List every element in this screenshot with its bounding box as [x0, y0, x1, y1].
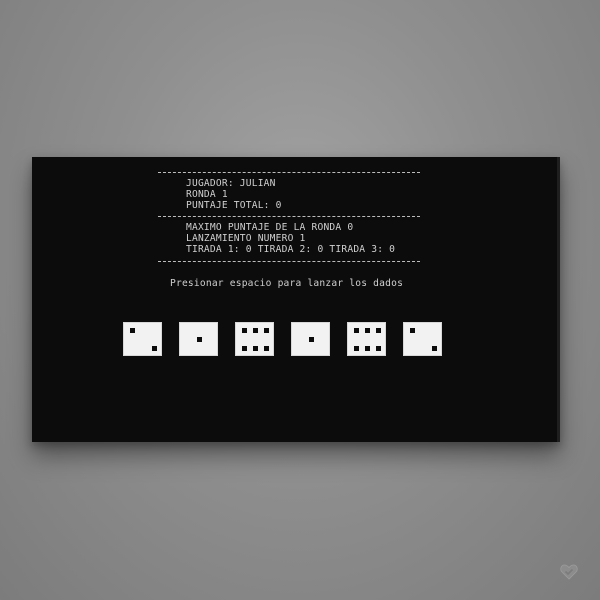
die-pip	[354, 328, 359, 333]
die-pip	[432, 346, 437, 351]
die-pip	[197, 337, 202, 342]
throws-label: TIRADA 1: 0 TIRADA 2: 0 TIRADA 3: 0	[186, 244, 396, 255]
throw-number-label: LANZAMIENTO NUMERO 1	[186, 233, 306, 244]
separator-middle	[158, 216, 420, 217]
die-pip	[354, 346, 359, 351]
round-label: RONDA 1	[186, 189, 228, 200]
separator-top	[158, 172, 420, 173]
die-2	[179, 322, 218, 356]
console-scrollbar[interactable]	[557, 157, 560, 442]
console-window[interactable]: JUGADOR: JULIAN RONDA 1 PUNTAJE TOTAL: 0…	[32, 157, 560, 442]
die-pip	[376, 328, 381, 333]
die-4	[291, 322, 330, 356]
total-score-label: PUNTAJE TOTAL: 0	[186, 200, 282, 211]
die-pip	[130, 328, 135, 333]
die-6	[403, 322, 442, 356]
heart-icon[interactable]	[560, 564, 578, 580]
die-pip	[152, 346, 157, 351]
die-pip	[410, 328, 415, 333]
player-label: JUGADOR: JULIAN	[186, 178, 276, 189]
die-pip	[253, 346, 258, 351]
die-pip	[309, 337, 314, 342]
die-1	[123, 322, 162, 356]
die-pip	[264, 346, 269, 351]
separator-bottom	[158, 261, 420, 262]
die-pip	[264, 328, 269, 333]
die-pip	[242, 346, 247, 351]
die-pip	[242, 328, 247, 333]
die-pip	[376, 346, 381, 351]
prompt-text: Presionar espacio para lanzar los dados	[170, 278, 404, 289]
die-pip	[253, 328, 258, 333]
die-pip	[365, 328, 370, 333]
die-5	[347, 322, 386, 356]
die-3	[235, 322, 274, 356]
die-pip	[365, 346, 370, 351]
max-score-label: MAXIMO PUNTAJE DE LA RONDA 0	[186, 222, 354, 233]
